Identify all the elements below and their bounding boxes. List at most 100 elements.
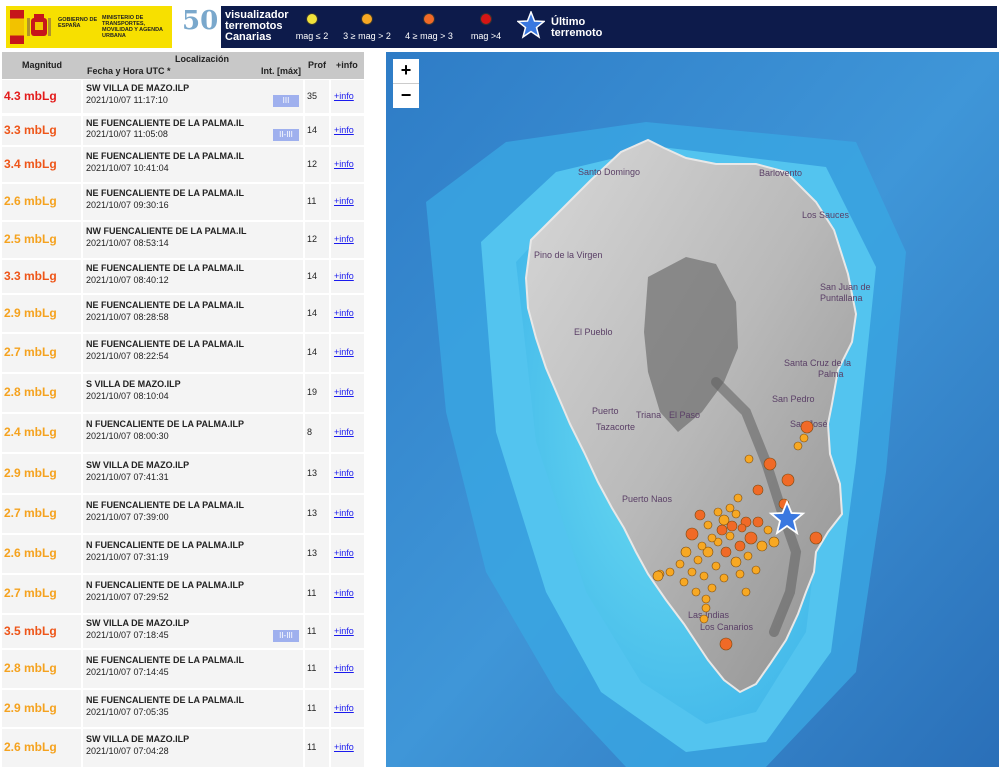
earthquake-marker[interactable]: [680, 546, 692, 558]
info-link[interactable]: +info: [334, 703, 354, 713]
earthquake-marker[interactable]: [701, 594, 711, 604]
earthquake-marker[interactable]: [665, 567, 675, 577]
earthquake-marker[interactable]: [752, 516, 764, 528]
header-depth[interactable]: Prof: [305, 52, 329, 79]
info-link[interactable]: +info: [334, 347, 354, 357]
earthquake-marker[interactable]: [763, 525, 773, 535]
info-link[interactable]: +info: [334, 196, 354, 206]
zoom-in-button[interactable]: +: [393, 59, 419, 83]
earthquake-marker[interactable]: [743, 551, 753, 561]
depth-cell: 14: [305, 334, 329, 372]
earthquake-marker[interactable]: [697, 541, 707, 551]
table-row[interactable]: 2.9 mbLg NE FUENCALIENTE DE LA PALMA.IL …: [2, 690, 364, 727]
earthquake-marker[interactable]: [752, 484, 764, 496]
earthquake-marker[interactable]: [751, 565, 761, 575]
table-row[interactable]: 2.4 mbLg N FUENCALIENTE DE LA PALMA.ILP …: [2, 414, 364, 452]
earthquake-marker[interactable]: [763, 457, 777, 471]
info-link[interactable]: +info: [334, 626, 354, 636]
legend-item-mag-gt-4: mag >4: [461, 10, 511, 41]
table-row[interactable]: 2.9 mbLg SW VILLA DE MAZO.ILP 2021/10/07…: [2, 454, 364, 493]
earthquake-marker[interactable]: [733, 493, 743, 503]
earthquake-marker[interactable]: [730, 556, 742, 568]
earthquake-marker[interactable]: [699, 571, 709, 581]
info-link[interactable]: +info: [334, 742, 354, 752]
intensity-badge: II-III: [273, 630, 299, 642]
header-magnitude[interactable]: Magnitud: [2, 52, 81, 79]
earthquake-marker[interactable]: [699, 614, 709, 624]
earthquake-marker[interactable]: [809, 531, 823, 545]
table-row[interactable]: 2.7 mbLg NE FUENCALIENTE DE LA PALMA.IL …: [2, 334, 364, 372]
earthquake-marker[interactable]: [685, 527, 699, 541]
info-link[interactable]: +info: [334, 91, 354, 101]
earthquake-marker[interactable]: [799, 433, 809, 443]
info-link[interactable]: +info: [334, 234, 354, 244]
table-row[interactable]: 2.6 mbLg N FUENCALIENTE DE LA PALMA.ILP …: [2, 535, 364, 573]
dark-orange-dot-icon: [423, 13, 435, 25]
earthquake-marker[interactable]: [793, 441, 803, 451]
zoom-out-button[interactable]: −: [393, 83, 419, 108]
earthquake-marker[interactable]: [741, 587, 751, 597]
info-cell: +info: [331, 222, 364, 258]
earthquake-marker[interactable]: [768, 536, 780, 548]
earthquake-marker[interactable]: [744, 454, 754, 464]
table-row[interactable]: 3.4 mbLg NE FUENCALIENTE DE LA PALMA.IL …: [2, 147, 364, 182]
earthquake-marker[interactable]: [756, 540, 768, 552]
table-row[interactable]: 3.3 mbLg NE FUENCALIENTE DE LA PALMA.IL …: [2, 116, 364, 145]
earthquake-marker[interactable]: [735, 569, 745, 579]
earthquake-marker[interactable]: [800, 420, 814, 434]
info-link[interactable]: +info: [334, 548, 354, 558]
earthquake-marker[interactable]: [679, 577, 689, 587]
info-link[interactable]: +info: [334, 125, 354, 135]
table-row[interactable]: 2.5 mbLg NW FUENCALIENTE DE LA PALMA.IL …: [2, 222, 364, 258]
earthquake-marker[interactable]: [719, 637, 733, 651]
info-link[interactable]: +info: [334, 387, 354, 397]
earthquake-marker[interactable]: [694, 509, 706, 521]
info-link[interactable]: +info: [334, 588, 354, 598]
info-cell: +info: [331, 374, 364, 412]
earthquake-marker[interactable]: [726, 520, 738, 532]
legend-label: mag >4: [470, 31, 502, 41]
table-row[interactable]: 2.8 mbLg S VILLA DE MAZO.ILP 2021/10/07 …: [2, 374, 364, 412]
earthquake-marker[interactable]: [703, 520, 713, 530]
earthquake-marker[interactable]: [693, 555, 703, 565]
earthquake-marker[interactable]: [725, 531, 735, 541]
earthquake-marker[interactable]: [707, 533, 717, 543]
earthquake-marker[interactable]: [716, 524, 728, 536]
earthquake-marker[interactable]: [687, 567, 697, 577]
table-row[interactable]: 2.8 mbLg NE FUENCALIENTE DE LA PALMA.IL …: [2, 650, 364, 688]
table-row[interactable]: 2.7 mbLg N FUENCALIENTE DE LA PALMA.ILP …: [2, 575, 364, 613]
table-row[interactable]: 3.3 mbLg NE FUENCALIENTE DE LA PALMA.IL …: [2, 260, 364, 293]
info-link[interactable]: +info: [334, 159, 354, 169]
earthquake-marker[interactable]: [711, 561, 721, 571]
info-link[interactable]: +info: [334, 468, 354, 478]
earthquake-marker[interactable]: [652, 570, 664, 582]
earthquake-marker[interactable]: [725, 503, 735, 513]
earthquake-marker[interactable]: [744, 531, 758, 545]
map-view[interactable]: Santo Domingo Barlovento Los Sauces Pino de…: [386, 52, 999, 767]
map-canvas[interactable]: Santo Domingo Barlovento Los Sauces Pino de…: [386, 52, 999, 767]
info-link[interactable]: +info: [334, 508, 354, 518]
earthquake-marker[interactable]: [675, 559, 685, 569]
info-link[interactable]: +info: [334, 663, 354, 673]
earthquake-marker[interactable]: [737, 523, 747, 533]
earthquake-marker[interactable]: [720, 546, 732, 558]
earthquake-marker[interactable]: [781, 473, 795, 487]
table-row[interactable]: 3.5 mbLg SW VILLA DE MAZO.ILP 2021/10/07…: [2, 615, 364, 648]
earthquake-marker[interactable]: [691, 587, 701, 597]
info-link[interactable]: +info: [334, 308, 354, 318]
table-row[interactable]: 2.6 mbLg NE FUENCALIENTE DE LA PALMA.IL …: [2, 184, 364, 220]
earthquake-marker[interactable]: [719, 573, 729, 583]
earthquake-marker[interactable]: [731, 509, 741, 519]
table-row[interactable]: 2.7 mbLg NE FUENCALIENTE DE LA PALMA.IL …: [2, 495, 364, 533]
header-intensity: Int. [máx]: [260, 66, 301, 76]
table-row[interactable]: 2.9 mbLg NE FUENCALIENTE DE LA PALMA.IL …: [2, 295, 364, 332]
table-row[interactable]: 4.3 mbLg SW VILLA DE MAZO.ILP 2021/10/07…: [2, 80, 364, 113]
info-link[interactable]: +info: [334, 427, 354, 437]
earthquake-marker[interactable]: [734, 540, 746, 552]
earthquake-marker[interactable]: [707, 583, 717, 593]
earthquake-marker[interactable]: [713, 507, 723, 517]
info-link[interactable]: +info: [334, 271, 354, 281]
header-location[interactable]: Localización Fecha y Hora UTC * Int. [má…: [83, 52, 303, 79]
table-row[interactable]: 2.6 mbLg SW VILLA DE MAZO.ILP 2021/10/07…: [2, 729, 364, 767]
earthquake-marker[interactable]: [701, 603, 711, 613]
